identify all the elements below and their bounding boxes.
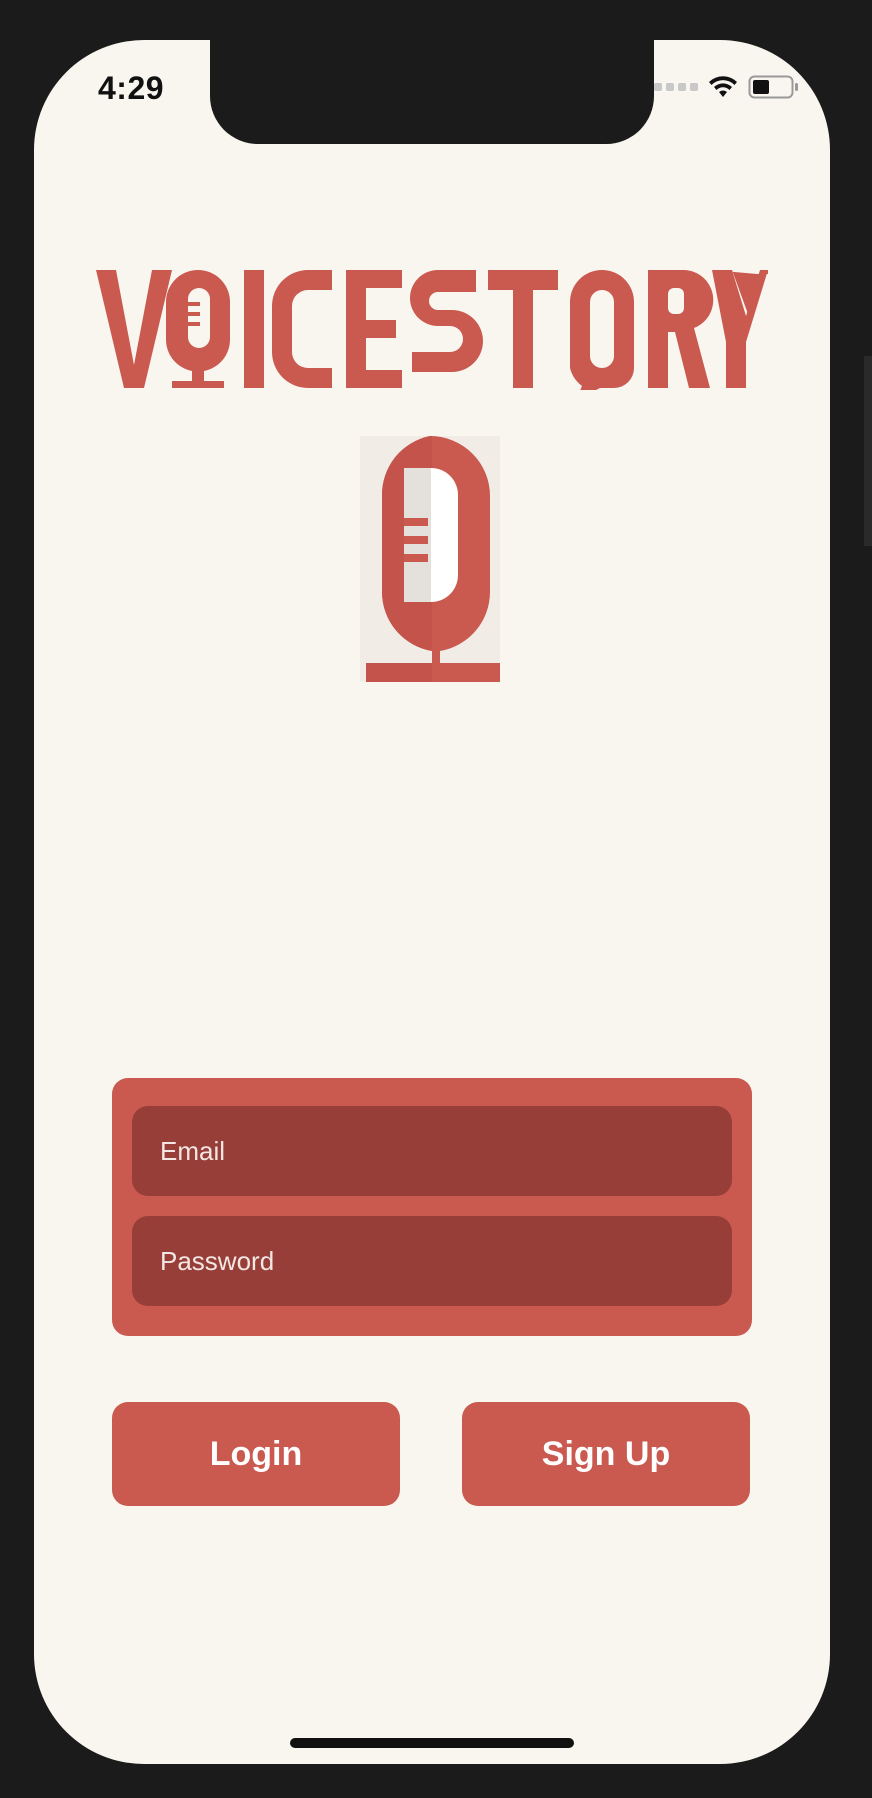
signal-icon [654,83,698,91]
status-icons [654,74,800,100]
password-field[interactable] [132,1216,732,1306]
wifi-icon [709,76,737,97]
email-field[interactable] [132,1106,732,1196]
login-button[interactable]: Login [112,1402,400,1506]
home-indicator[interactable] [290,1738,574,1748]
status-time: 4:29 [98,70,165,106]
login-form-card [112,1078,752,1336]
voicestory-wordmark [96,270,768,390]
signup-button[interactable]: Sign Up [462,1402,750,1506]
device-side-button [864,356,872,546]
device-frame: 4:29 Email Login Sign Up [0,0,872,1798]
battery-icon [748,75,798,99]
microphone-logo-icon [360,436,500,682]
device-notch [210,40,654,144]
app-screen: 4:29 Email Login Sign Up [34,40,830,1764]
